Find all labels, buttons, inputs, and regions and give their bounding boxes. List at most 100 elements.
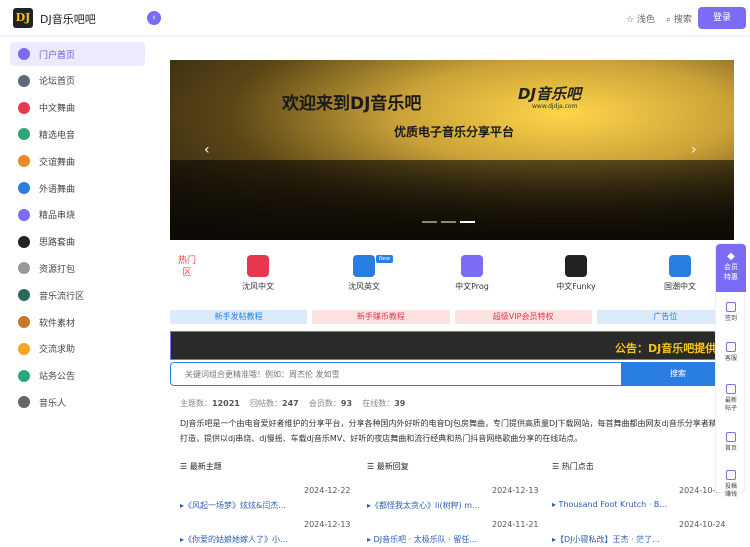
hot-zone-label: 热门区 — [178, 256, 197, 278]
post-link[interactable]: ▸《都怪我太贪心》li(树秤) m... — [367, 500, 480, 511]
online-count: 39 — [394, 399, 406, 408]
sidebar-item-label: 门户首页 — [39, 50, 76, 61]
carousel-next-icon[interactable]: › — [691, 142, 697, 158]
quick-link[interactable]: 新手赚币教程 — [312, 310, 450, 324]
music-note-icon — [18, 101, 30, 114]
mix-icon — [18, 208, 30, 221]
float-toolbar-item[interactable]: 签到 — [716, 302, 746, 323]
hot-category-label: 国潮中文 — [664, 282, 696, 291]
person-icon — [18, 396, 30, 409]
members-label: 会员数： — [308, 399, 341, 408]
sidebar-item-label: 资源打包 — [39, 264, 76, 275]
sidebar-item[interactable]: 交谊舞曲 — [10, 149, 145, 173]
disc-icon — [18, 128, 30, 141]
category-icon — [247, 255, 269, 277]
carousel-dot[interactable] — [422, 221, 437, 223]
package-icon — [18, 262, 30, 275]
theme-toggle-button[interactable]: ☆ 浅色 — [626, 12, 655, 25]
hot-category-item[interactable]: 国潮中文 — [640, 255, 720, 292]
sidebar-item-label: 音乐人 — [39, 398, 67, 409]
login-button[interactable]: 登录 — [698, 7, 746, 29]
sidebar-item[interactable]: 站务公告 — [10, 364, 145, 388]
hot-zone: 热门区 沈风中文 沈风英文 New 中文Prog 中文Funky 国潮中文 — [170, 249, 734, 297]
category-icon — [669, 255, 691, 277]
hot-category-item[interactable]: 沈风英文 New — [324, 255, 404, 292]
hot-category-item[interactable]: 中文Prog — [432, 255, 512, 292]
carousel-prev-icon[interactable]: ‹ — [204, 142, 210, 158]
sidebar-item-label: 交流求助 — [39, 345, 76, 356]
hot-category-label: 沈风中文 — [242, 282, 274, 291]
carousel-dot-active[interactable] — [460, 221, 475, 223]
topics-count: 12021 — [212, 399, 240, 408]
site-logo[interactable]: DJ — [13, 8, 33, 28]
posts-count: 247 — [282, 399, 299, 408]
crowd-silhouette — [170, 160, 734, 240]
sidebar-item[interactable]: 交流求助 — [10, 337, 145, 361]
float-toolbar-item[interactable]: 客服 — [716, 342, 746, 363]
post-link[interactable]: ▸《你爱的姑娘她嫁人了》小... — [180, 534, 288, 545]
online-label: 在线数： — [362, 399, 395, 408]
search-input[interactable] — [171, 363, 621, 385]
post-link[interactable]: ▸ DJ音乐吧 · 太极乐队 · 留任... — [367, 534, 477, 545]
search-button[interactable]: ⌕ 搜索 — [666, 12, 692, 25]
sidebar-item-label: 论坛首页 — [39, 77, 76, 88]
sidebar-item-label: 精选电音 — [39, 130, 76, 141]
sidebar-item[interactable]: 音乐人 — [10, 390, 145, 414]
dance-icon — [18, 155, 30, 168]
sidebar-item-label: 精品串烧 — [39, 211, 76, 222]
note-icon — [18, 182, 30, 194]
sidebar: 门户首页论坛首页中文舞曲精选电音交谊舞曲外语舞曲精品串烧思路套曲资源打包音乐流行… — [0, 37, 155, 547]
hot-category-label: 中文Funky — [556, 282, 596, 291]
diamond-icon: ◆ — [727, 251, 735, 262]
quick-link[interactable]: 新手发帖教程 — [170, 310, 308, 324]
sidebar-item[interactable]: 音乐流行区 — [10, 283, 145, 307]
home-icon — [18, 48, 30, 60]
post-date: 2024-12-13 — [304, 520, 351, 529]
site-description: DJ音乐吧是一个由电音爱好者维护的分享平台，分享各种国内外好听的电音DJ包房舞曲… — [180, 419, 725, 443]
category-icon — [461, 255, 483, 277]
site-name[interactable]: DJ音乐吧吧 — [40, 11, 96, 27]
vip-offer-label: 会员 特惠 — [724, 263, 738, 281]
float-toolbar-label: 签到 — [724, 315, 737, 322]
quick-link[interactable]: 广告位 — [596, 310, 734, 324]
carousel-dot[interactable] — [441, 221, 456, 223]
hero-banner[interactable]: 欢迎来到DJ音乐吧 DJ音乐吧 www.djdja.com 优质电子音乐分享平台… — [170, 60, 734, 240]
sidebar-item[interactable]: 中文舞曲 — [10, 96, 145, 120]
banner-brand-logo: DJ音乐吧 — [518, 85, 582, 103]
sidebar-item[interactable]: 思路套曲 — [10, 230, 145, 254]
sidebar-item-label: 音乐流行区 — [39, 291, 85, 302]
post-date: 2024-11-21 — [492, 520, 539, 529]
sidebar-item[interactable]: 精品串烧 — [10, 203, 145, 227]
sidebar-item[interactable]: 论坛首页 — [10, 69, 145, 93]
site-stats: 主题数：12021 回帖数：247 会员数：93 在线数：39 — [180, 398, 405, 409]
sidebar-item[interactable]: 精选电音 — [10, 122, 145, 146]
post-date: 2024-12-13 — [492, 486, 539, 495]
refresh-icon — [726, 384, 736, 394]
float-toolbar-label: 首页 — [724, 445, 737, 452]
home-icon — [726, 432, 736, 442]
float-toolbar-item[interactable]: 首页 — [716, 432, 746, 453]
sidebar-item[interactable]: 门户首页 — [10, 42, 145, 66]
vip-offer-button[interactable]: ◆ 会员 特惠 — [716, 244, 746, 292]
float-toolbar-item[interactable]: 投稿 赚钱 — [716, 470, 746, 499]
float-toolbar-item[interactable]: 最新 帖子 — [716, 384, 746, 413]
post-link[interactable]: ▸【DJ小寝私改】王杰 · 茫了... — [552, 534, 660, 545]
banner-url: www.djdja.com — [532, 103, 578, 110]
topics-label: 主题数： — [180, 399, 212, 408]
sidebar-item-label: 思路套曲 — [39, 238, 76, 249]
post-link[interactable]: ▸《风起一场梦》炫炫&闫杰... — [180, 500, 286, 511]
checkin-icon — [726, 302, 736, 312]
members-count: 93 — [340, 399, 353, 408]
banner-subtitle: 优质电子音乐分享平台 — [394, 125, 515, 139]
sidebar-collapse-button[interactable]: ‹ — [147, 11, 161, 25]
float-toolbar: ◆ 会员 特惠 签到客服最新 帖子首页投稿 赚钱 — [715, 243, 746, 498]
site-search: 搜索 — [170, 362, 734, 386]
post-link[interactable]: ▸ Thousand Foot Krutch · B... — [552, 500, 667, 509]
sidebar-item[interactable]: 软件素材 — [10, 310, 145, 334]
hot-category-item[interactable]: 沈风中文 — [218, 255, 298, 292]
sidebar-item[interactable]: 外语舞曲 — [10, 176, 145, 200]
quick-link[interactable]: 超级VIP会员特权 — [454, 310, 592, 324]
hot-category-item[interactable]: 中文Funky — [536, 255, 616, 292]
banner-title: 欢迎来到DJ音乐吧 — [282, 94, 422, 114]
sidebar-item[interactable]: 资源打包 — [10, 256, 145, 280]
